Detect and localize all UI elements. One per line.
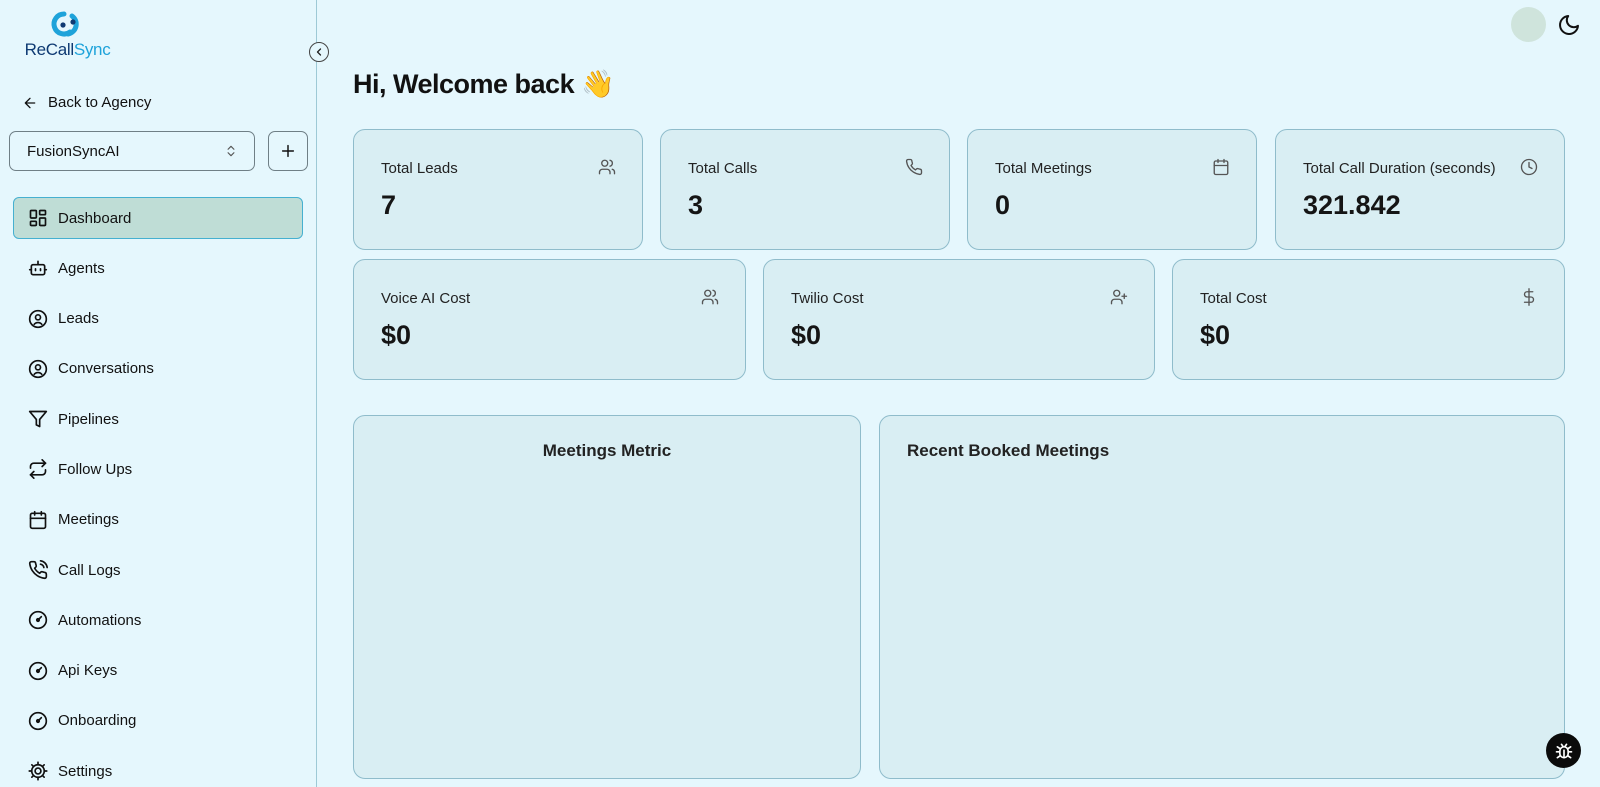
stat-label: Total Call Duration (seconds) (1303, 160, 1496, 177)
organization-select[interactable]: FusionSyncAI (9, 131, 255, 171)
stat-value: $0 (1200, 320, 1231, 350)
clock-icon (1520, 158, 1538, 176)
sidebar-item-follow-ups[interactable]: Follow Ups (13, 448, 303, 490)
sidebar-item-label: Automations (58, 611, 142, 629)
sidebar-item-label: Dashboard (58, 209, 132, 227)
stat-label: Total Leads (381, 160, 458, 177)
phone-call-icon (28, 560, 48, 580)
sidebar-item-call-logs[interactable]: Call Logs (13, 549, 303, 591)
sidebar-item-dashboard[interactable]: Dashboard (13, 197, 303, 239)
stat-value: 0 (995, 190, 1011, 220)
logo-mark-icon (51, 11, 79, 37)
sidebar-item-agents[interactable]: Agents (13, 247, 303, 289)
calendar-icon (29, 510, 47, 529)
repeat-icon (29, 459, 47, 480)
add-organization-button[interactable] (268, 131, 308, 171)
bug-report-button[interactable] (1546, 733, 1581, 768)
sidebar-item-settings[interactable]: Settings (13, 750, 303, 787)
stat-value: 7 (381, 190, 397, 220)
user-circle-icon (28, 359, 48, 379)
stat-label: Twilio Cost (791, 290, 864, 307)
stat-label: Voice AI Cost (381, 290, 471, 307)
stat-label: Total Calls (688, 160, 758, 177)
dollar-icon (1523, 288, 1535, 306)
stat-card-voice-ai-cost: Voice AI Cost $0 (353, 259, 746, 380)
chevron-left-icon (316, 48, 322, 56)
stat-card-twilio-cost: Twilio Cost $0 (763, 259, 1155, 380)
moon-icon (1559, 15, 1579, 35)
arrow-left-icon (24, 97, 36, 108)
organization-select-value: FusionSyncAI (27, 142, 120, 160)
collapse-sidebar-button[interactable] (309, 42, 329, 62)
dashboard-icon (29, 209, 47, 227)
sidebar: ReCallSync Back to Agency FusionSyncAI D… (0, 0, 317, 787)
logo-text: ReCallSync (24, 40, 111, 59)
gauge-icon (28, 711, 48, 731)
sidebar-item-conversations[interactable]: Conversations (13, 348, 303, 390)
sidebar-item-label: Pipelines (58, 410, 119, 428)
sidebar-item-label: Onboarding (58, 712, 137, 730)
sidebar-item-onboarding[interactable]: Onboarding (13, 700, 303, 742)
meetings-metric-title: Meetings Metric (542, 441, 672, 460)
page-title: Hi, Welcome back 👋 (353, 69, 615, 99)
logo[interactable]: ReCallSync (20, 8, 115, 68)
stat-label: Total Meetings (995, 160, 1092, 177)
recent-booked-meetings-title: Recent Booked Meetings (907, 441, 1110, 460)
avatar[interactable] (1511, 7, 1546, 42)
filter-icon (28, 410, 48, 428)
sidebar-item-label: Api Keys (58, 662, 118, 680)
user-plus-icon (1110, 289, 1128, 305)
sidebar-item-leads[interactable]: Leads (13, 298, 303, 340)
sidebar-item-api-keys[interactable]: Api Keys (13, 650, 303, 692)
back-to-agency-label: Back to Agency (48, 94, 152, 111)
calendar-icon (1213, 158, 1229, 176)
sidebar-item-automations[interactable]: Automations (13, 599, 303, 641)
recent-booked-meetings-panel: Recent Booked Meetings (879, 415, 1565, 779)
stat-value: 3 (688, 190, 704, 220)
plus-icon (281, 144, 295, 158)
sidebar-item-label: Call Logs (58, 561, 121, 579)
stat-card-total-calls: Total Calls 3 (660, 129, 950, 250)
sidebar-item-meetings[interactable]: Meetings (13, 499, 303, 541)
stat-card-total-cost: Total Cost $0 (1172, 259, 1565, 380)
users-icon (598, 159, 616, 175)
sidebar-item-label: Conversations (58, 360, 154, 378)
stat-value: 321.842 (1303, 190, 1401, 220)
theme-toggle-button[interactable] (1555, 11, 1583, 39)
bot-icon (28, 260, 48, 276)
stat-label: Total Cost (1200, 290, 1267, 307)
phone-icon (905, 158, 923, 176)
sidebar-item-label: Meetings (58, 511, 119, 529)
stat-card-total-meetings: Total Meetings 0 (967, 129, 1257, 250)
chevron-up-down-icon (227, 145, 235, 157)
sidebar-item-label: Settings (58, 762, 113, 780)
user-circle-icon (28, 309, 48, 328)
sidebar-item-label: Leads (58, 310, 99, 328)
stat-card-total-leads: Total Leads 7 (353, 129, 643, 250)
stat-value: $0 (791, 320, 822, 350)
sidebar-nav: Dashboard Agents Leads Conversations Pip… (13, 197, 303, 787)
stat-value: $0 (381, 320, 412, 350)
sidebar-item-label: Agents (58, 259, 105, 277)
back-to-agency-link[interactable]: Back to Agency (22, 94, 151, 111)
bug-icon (1555, 743, 1572, 758)
sidebar-item-label: Follow Ups (58, 460, 133, 478)
gear-icon (28, 761, 48, 781)
meetings-metric-panel: Meetings Metric (353, 415, 861, 779)
gauge-icon (28, 661, 48, 680)
users-icon (701, 289, 719, 305)
stat-card-total-call-duration: Total Call Duration (seconds) 321.842 (1275, 129, 1565, 250)
sidebar-item-pipelines[interactable]: Pipelines (13, 398, 303, 440)
gauge-icon (28, 611, 48, 630)
